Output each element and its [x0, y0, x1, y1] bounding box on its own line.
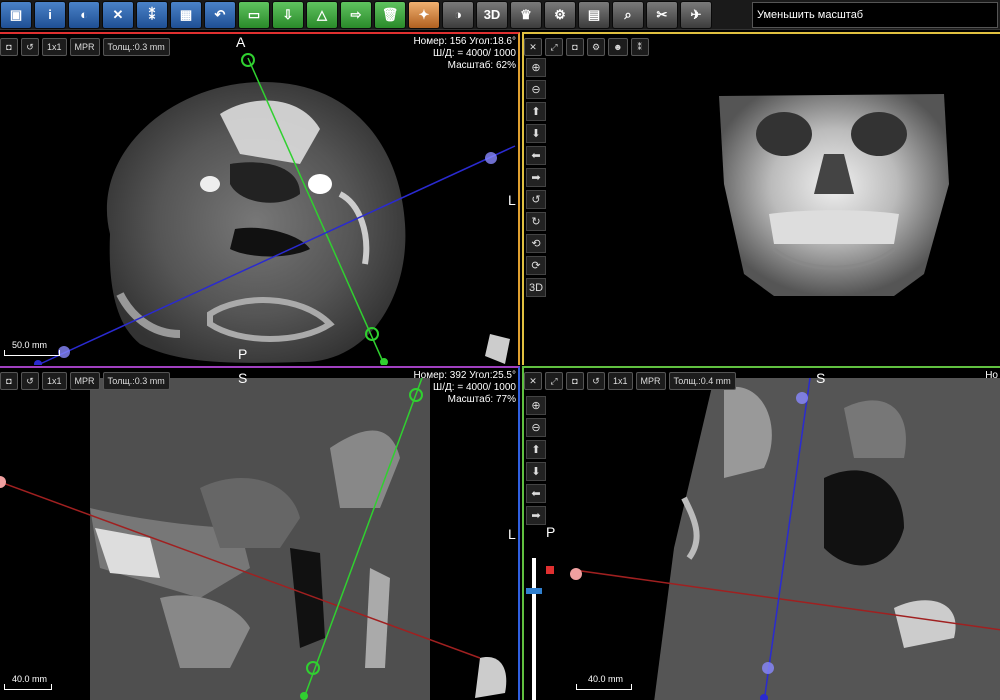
settings-icon[interactable]: ◐ — [68, 0, 100, 29]
thickness-field[interactable]: Толщ.:0.3 mm — [102, 38, 170, 56]
reset-icon[interactable]: ↺ — [21, 38, 39, 56]
sagittal-side-toolbar: ⊕ ⊖ ⬆ ⬇ ⬅ ➡ — [526, 396, 546, 525]
mpr-button[interactable]: MPR — [69, 372, 100, 390]
zoom-in-icon[interactable]: ⊕ — [526, 58, 546, 77]
coronal-image — [0, 377, 507, 700]
thickness-field[interactable]: Толщ.:0.3 mm — [102, 372, 170, 390]
import-icon[interactable]: ⇩ — [272, 0, 304, 29]
mpr-button[interactable]: MPR — [635, 372, 666, 390]
arrow-down-icon[interactable]: ⬇ — [526, 462, 546, 481]
arrow-left-icon[interactable]: ⬅ — [526, 146, 546, 165]
zoom-level: Масштаб: 62% — [447, 60, 516, 71]
arrow-left-icon[interactable]: ⬅ — [526, 484, 546, 503]
camera-icon[interactable]: ◘ — [0, 372, 18, 390]
layout-1x1-button[interactable]: 1x1 — [608, 372, 633, 390]
plane-icon[interactable]: ✈ — [680, 0, 712, 29]
window-level: Ш/Д: = 4000/ 1000 — [433, 48, 516, 59]
arrow-down-icon[interactable]: ⬇ — [526, 124, 546, 143]
3d-view[interactable]: ✕ ⤢ ◘ ⚙ ☻ ⁑ ⊕ ⊖ ⬆ ⬇ ⬅ ➡ ↺ ↻ ⟲ ⟳ 3D — [522, 32, 1000, 365]
sagittal-info: Но — [985, 370, 998, 381]
axial-toolbar: ◘ ↺ 1x1 MPR Толщ.:0.3 mm — [0, 38, 170, 56]
orientation-right: L — [508, 526, 516, 542]
scissors-icon[interactable]: ✂ — [646, 0, 678, 29]
export-icon[interactable]: ⇨ — [340, 0, 372, 29]
window-level: Ш/Д: = 4000/ 1000 — [433, 382, 516, 393]
layout-1x1-button[interactable]: 1x1 — [42, 372, 67, 390]
3d-skull-image — [719, 94, 949, 296]
gear-icon[interactable]: ⚙ — [544, 0, 576, 29]
coronal-view[interactable]: ◘ ↺ 1x1 MPR Толщ.:0.3 mm Номер: 392 Угол… — [0, 366, 520, 700]
arrow-up-icon[interactable]: ⬆ — [526, 440, 546, 459]
rotate-left-icon[interactable]: ↺ — [526, 190, 546, 209]
zoom-level: Масштаб: 77% — [447, 394, 516, 405]
fullscreen-icon[interactable]: ⤢ — [545, 38, 563, 56]
reset-icon[interactable]: ↺ — [21, 372, 39, 390]
axial-view[interactable]: ◘ ↺ 1x1 MPR Толщ.:0.3 mm Номер: 156 Угол… — [0, 32, 520, 365]
camera-icon[interactable]: ◘ — [566, 372, 584, 390]
tooltip: Уменьшить масштаб — [752, 2, 998, 28]
contrast-icon[interactable]: ◑ — [442, 0, 474, 29]
sagittal-image — [526, 377, 1000, 700]
tools-icon[interactable]: ✕ — [524, 372, 542, 390]
arrow-up-icon[interactable]: ⬆ — [526, 102, 546, 121]
axial-info: Номер: 156 Угол:18.6° Ш/Д: = 4000/ 1000 … — [413, 36, 516, 72]
angle-icon[interactable]: △ — [306, 0, 338, 29]
light-icon[interactable]: ✦ — [408, 0, 440, 29]
rotate-up-icon[interactable]: ⟲ — [526, 234, 546, 253]
scale-label: 50.0 mm — [12, 340, 48, 350]
orientation-bottom: P — [238, 346, 248, 362]
axial-image — [34, 53, 516, 365]
magnify-icon[interactable]: ⌕ — [612, 0, 644, 29]
scale-bar — [4, 350, 60, 356]
zoom-out-icon[interactable]: ⊖ — [526, 80, 546, 99]
orientation-top: S — [238, 370, 248, 386]
camera-icon[interactable]: ◘ — [566, 38, 584, 56]
coronal-toolbar: ◘ ↺ 1x1 MPR Толщ.:0.3 mm — [0, 372, 170, 390]
zoom-out-icon[interactable]: ⊖ — [526, 418, 546, 437]
info-icon[interactable]: i — [34, 0, 66, 29]
orientation-right: L — [508, 192, 516, 208]
3d-button[interactable]: 3D — [476, 0, 508, 29]
slice-info: Номер: 156 Угол:18.6° — [413, 36, 516, 47]
ruler-icon[interactable]: ▭ — [238, 0, 270, 29]
crown-icon[interactable]: ♛ — [510, 0, 542, 29]
slice-info: Номер: 392 Угол:25.5° — [413, 370, 516, 381]
layout-1x1-button[interactable]: 1x1 — [42, 38, 67, 56]
zoom-in-icon[interactable]: ⊕ — [526, 396, 546, 415]
sagittal-view[interactable]: ✕ ⤢ ◘ ↺ 1x1 MPR Толщ.:0.4 mm Но S P 40.0… — [522, 366, 1000, 700]
filter-icon[interactable]: ▤ — [578, 0, 610, 29]
mpr-button[interactable]: MPR — [69, 38, 100, 56]
3d-toolbar: ✕ ⤢ ◘ ⚙ ☻ ⁑ — [524, 38, 649, 56]
save-icon[interactable]: ▣ — [0, 0, 32, 29]
head-icon[interactable]: ☻ — [608, 38, 628, 56]
scale-bar — [576, 684, 632, 690]
orientation-left: P — [546, 524, 556, 540]
arrow-right-icon[interactable]: ➡ — [526, 168, 546, 187]
fullscreen-icon[interactable]: ⤢ — [545, 372, 563, 390]
scale-label: 40.0 mm — [12, 674, 48, 684]
scale-bar — [4, 684, 52, 690]
3d-mode-button[interactable]: 3D — [526, 278, 546, 297]
implant-icon[interactable]: ⁑ — [630, 38, 649, 56]
camera-icon[interactable]: ◘ — [0, 38, 18, 56]
trash-icon[interactable]: 🗑 — [374, 0, 406, 29]
3d-side-toolbar: ⊕ ⊖ ⬆ ⬇ ⬅ ➡ ↺ ↻ ⟲ ⟳ 3D — [526, 58, 546, 297]
rotate-right-icon[interactable]: ↻ — [526, 212, 546, 231]
arrow-right-icon[interactable]: ➡ — [526, 506, 546, 525]
orientation-top: S — [816, 370, 826, 386]
reset-icon[interactable]: ↺ — [587, 372, 605, 390]
scale-label: 40.0 mm — [588, 674, 624, 684]
thickness-field[interactable]: Толщ.:0.4 mm — [668, 372, 736, 390]
undo-icon[interactable]: ↶ — [204, 0, 236, 29]
orientation-top: A — [236, 34, 246, 50]
implant-icon[interactable]: ⁑ — [136, 0, 168, 29]
tools-icon[interactable]: ✕ — [524, 38, 542, 56]
settings-icon[interactable]: ⚙ — [587, 38, 606, 56]
rotate-down-icon[interactable]: ⟳ — [526, 256, 546, 275]
coronal-info: Номер: 392 Угол:25.5° Ш/Д: = 4000/ 1000 … — [413, 370, 516, 406]
calculator-icon[interactable]: ▦ — [170, 0, 202, 29]
tools-icon[interactable]: ✕ — [102, 0, 134, 29]
sagittal-toolbar: ✕ ⤢ ◘ ↺ 1x1 MPR Толщ.:0.4 mm — [524, 372, 736, 390]
